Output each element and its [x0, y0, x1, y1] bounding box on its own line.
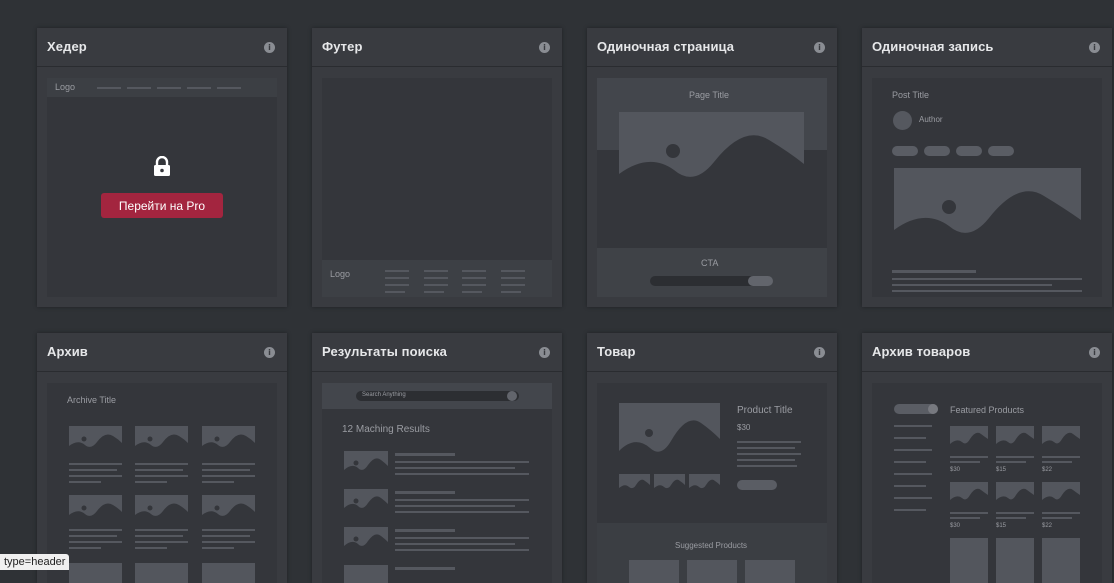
image-placeholder-icon — [619, 403, 720, 469]
status-tooltip: type=header — [0, 554, 70, 570]
image-placeholder-icon — [1042, 482, 1080, 507]
template-card-archive[interactable]: Архив i Archive Title — [37, 333, 287, 583]
card-header: Результаты поиска i — [312, 333, 562, 372]
template-card-product-archive[interactable]: Архив товаров i Featured Products $30 $1… — [862, 333, 1112, 583]
search-placeholder: Search Anything — [362, 392, 406, 398]
price-label: $30 — [950, 467, 961, 473]
card-title: Футер — [322, 39, 363, 54]
nav-placeholder — [97, 87, 121, 89]
price-label: $15 — [996, 523, 1007, 529]
card-header: Архив товаров i — [862, 333, 1112, 372]
price-label: $22 — [1042, 467, 1053, 473]
info-icon[interactable]: i — [264, 42, 275, 53]
nav-placeholder — [217, 87, 241, 89]
filter-knob — [928, 404, 938, 414]
template-preview: Archive Title — [47, 383, 277, 583]
lock-icon — [154, 156, 170, 176]
card-title: Товар — [597, 344, 636, 359]
price-label: $15 — [996, 467, 1007, 473]
cta-text: CTA — [701, 258, 719, 268]
template-preview: Page Title CTA — [597, 78, 827, 297]
price-label: $30 — [950, 523, 961, 529]
image-placeholder-icon — [69, 426, 122, 454]
image-placeholder-icon — [1042, 426, 1080, 451]
card-title: Архив товаров — [872, 344, 971, 359]
search-icon — [507, 391, 517, 401]
preview-logo: Logo — [55, 82, 76, 92]
template-card-single-page[interactable]: Одиночная страница i Page Title CTA — [587, 28, 837, 307]
image-placeholder-icon — [950, 426, 988, 451]
avatar — [893, 111, 912, 130]
image-placeholder-icon — [894, 168, 1081, 253]
image-placeholder-icon — [135, 495, 188, 523]
image-placeholder-icon — [619, 474, 650, 494]
info-icon[interactable]: i — [539, 42, 550, 53]
image-placeholder-icon — [689, 474, 720, 494]
image-placeholder-icon — [654, 474, 685, 494]
tag-placeholder — [988, 146, 1014, 156]
image-placeholder-icon — [69, 495, 122, 523]
product-price-text: $30 — [737, 423, 751, 432]
info-icon[interactable]: i — [814, 347, 825, 358]
card-header: Хедер i — [37, 28, 287, 67]
card-title: Одиночная запись — [872, 39, 994, 54]
card-title: Хедер — [47, 39, 87, 54]
image-placeholder-icon — [950, 482, 988, 507]
cta-button — [748, 276, 773, 286]
tag-placeholder — [956, 146, 982, 156]
info-icon[interactable]: i — [539, 347, 550, 358]
info-icon[interactable]: i — [264, 347, 275, 358]
suggested-products-text: Suggested Products — [675, 541, 748, 550]
image-placeholder-icon — [996, 482, 1034, 507]
template-card-product[interactable]: Товар i Product Title $30 Suggested Prod… — [587, 333, 837, 583]
featured-products-text: Featured Products — [950, 405, 1025, 415]
card-header: Одиночная страница i — [587, 28, 837, 67]
image-placeholder-icon — [135, 426, 188, 454]
image-placeholder-icon — [202, 495, 255, 523]
info-icon[interactable]: i — [1089, 42, 1100, 53]
card-header: Футер i — [312, 28, 562, 67]
author-text: Author — [919, 115, 943, 124]
image-placeholder-icon — [344, 451, 388, 477]
card-title: Одиночная страница — [597, 39, 735, 54]
go-pro-button[interactable]: Перейти на Pro — [101, 193, 223, 218]
info-icon[interactable]: i — [814, 42, 825, 53]
template-card-single-post[interactable]: Одиночная запись i Post Title Author — [862, 28, 1112, 307]
info-icon[interactable]: i — [1089, 347, 1100, 358]
template-card-search-results[interactable]: Результаты поиска i Search Anything 12 M… — [312, 333, 562, 583]
cta-section — [597, 248, 827, 297]
nav-placeholder — [157, 87, 181, 89]
post-title-text: Post Title — [892, 90, 930, 100]
product-title-text: Product Title — [737, 405, 793, 416]
image-placeholder-icon — [996, 426, 1034, 451]
template-preview: Featured Products $30 $15 $22 $30 $15 $2… — [872, 383, 1102, 583]
image-placeholder-icon — [344, 527, 388, 553]
price-label: $22 — [1042, 523, 1053, 529]
card-header: Архив i — [37, 333, 287, 372]
card-header: Одиночная запись i — [862, 28, 1112, 67]
image-placeholder-icon — [344, 489, 388, 515]
card-title: Архив — [47, 344, 88, 359]
tag-placeholder — [924, 146, 950, 156]
card-header: Товар i — [587, 333, 837, 372]
template-preview: Search Anything 12 Maching Results — [322, 383, 552, 583]
template-preview: Post Title Author — [872, 78, 1102, 297]
template-preview: Logo — [322, 78, 552, 297]
template-card-header[interactable]: Хедер i Logo Перейти на Pro — [37, 28, 287, 307]
nav-placeholder — [187, 87, 211, 89]
page-title-text: Page Title — [689, 90, 730, 100]
results-count-text: 12 Maching Results — [342, 424, 430, 435]
tag-placeholder — [892, 146, 918, 156]
image-placeholder-icon — [202, 426, 255, 454]
template-preview: Logo Перейти на Pro — [47, 78, 277, 297]
template-card-footer[interactable]: Футер i Logo — [312, 28, 562, 307]
image-placeholder-icon — [619, 112, 804, 197]
preview-logo: Logo — [330, 269, 351, 279]
card-title: Результаты поиска — [322, 344, 448, 359]
template-preview: Product Title $30 Suggested Products — [597, 383, 827, 583]
add-to-cart-placeholder — [737, 480, 777, 490]
archive-title-text: Archive Title — [67, 395, 117, 405]
nav-placeholder — [127, 87, 151, 89]
